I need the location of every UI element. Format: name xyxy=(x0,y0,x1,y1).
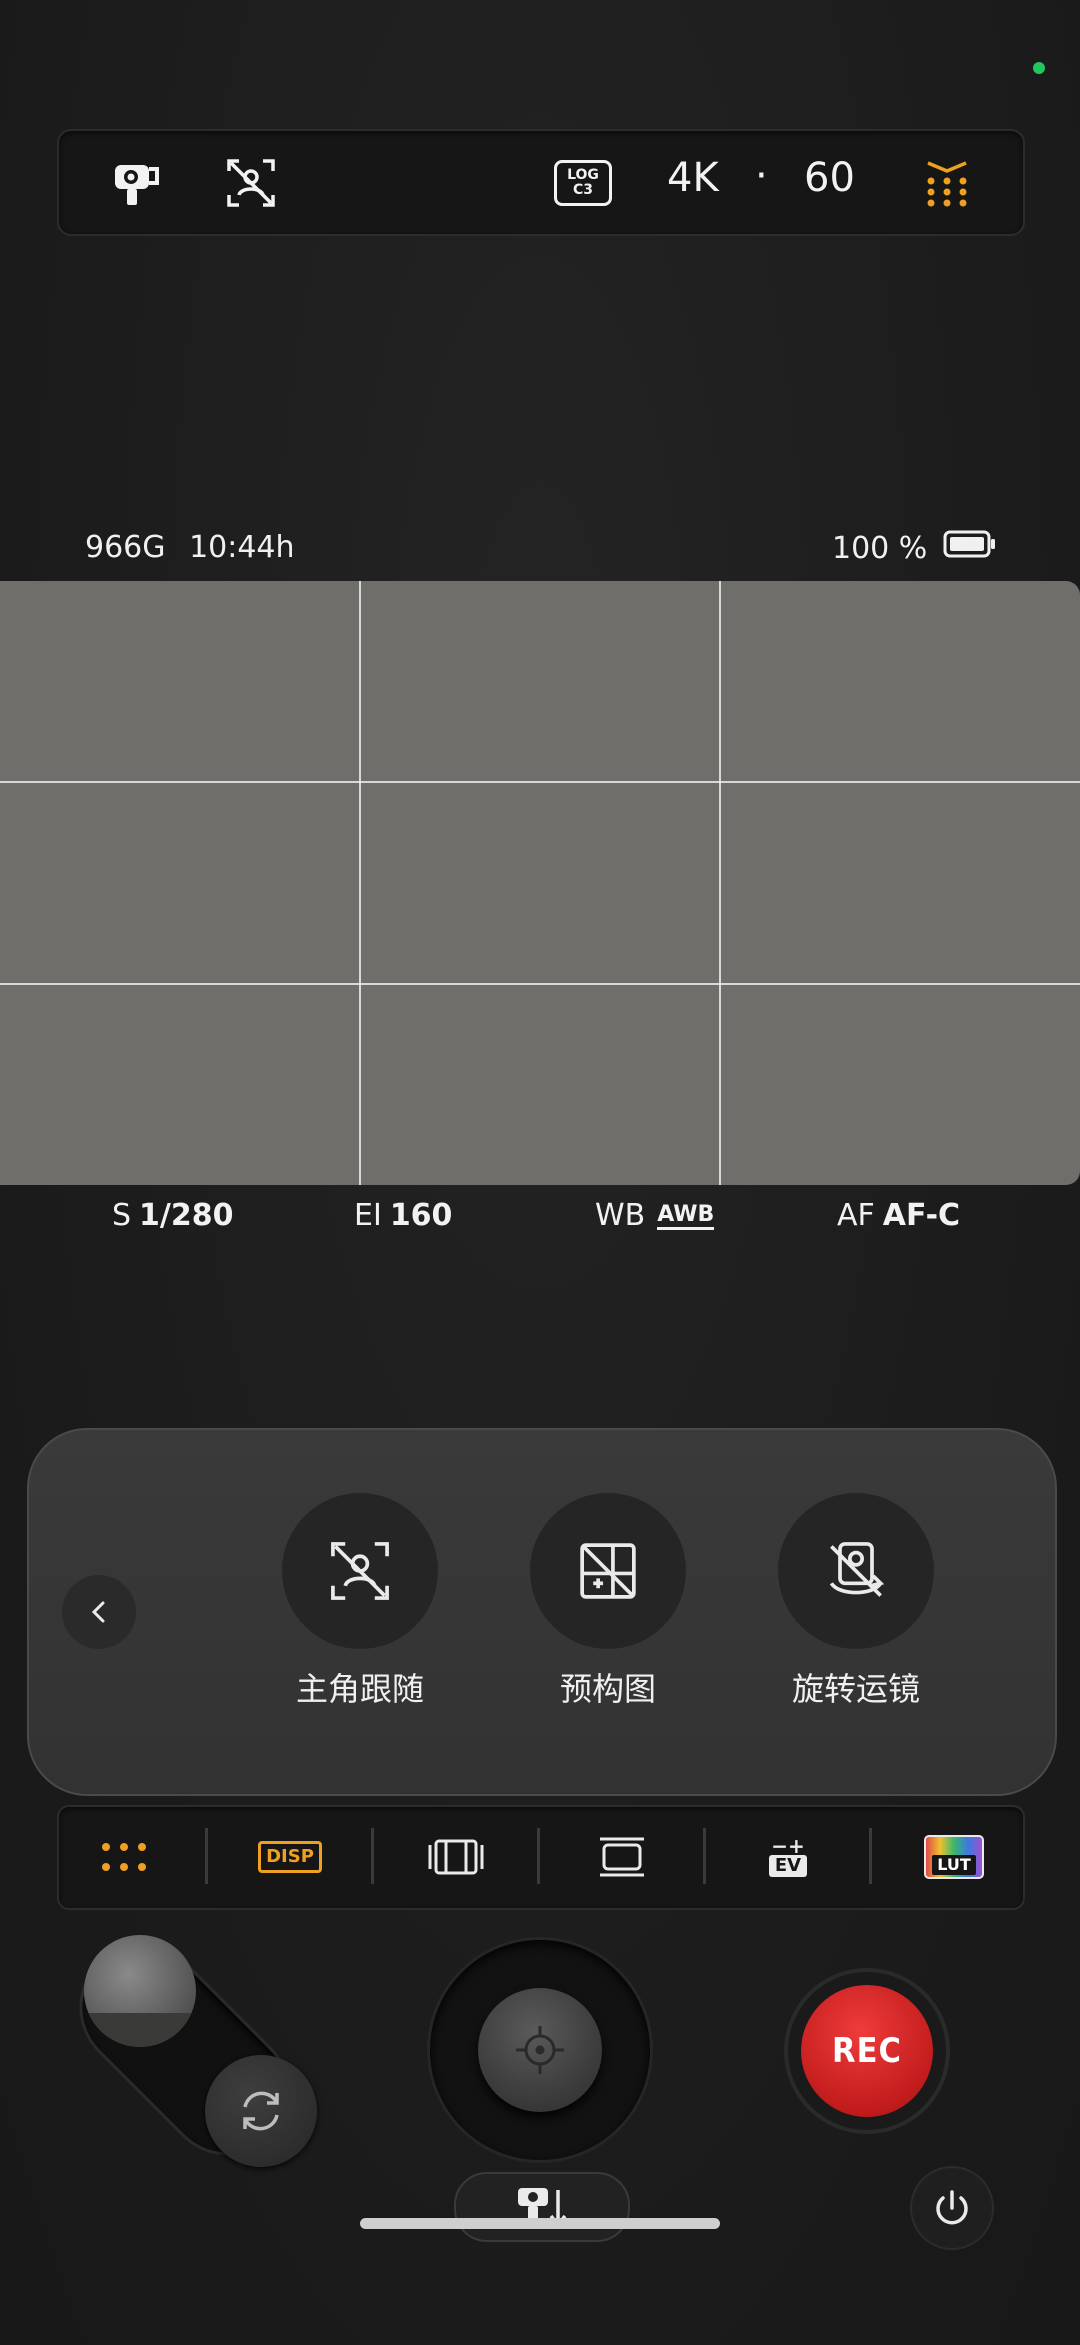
grid-line-h2 xyxy=(0,983,1080,985)
toolbar-divider xyxy=(205,1828,208,1884)
gimbal-mode-button[interactable] xyxy=(454,2172,630,2242)
af-label: AF xyxy=(837,1198,875,1233)
wb-param[interactable]: WB AWB xyxy=(595,1198,715,1233)
ei-param[interactable]: EI 160 xyxy=(354,1198,452,1233)
flip-camera-icon xyxy=(243,2091,279,2131)
tracking-off-icon[interactable] xyxy=(223,155,279,211)
log-profile-icon[interactable]: LOG C3 xyxy=(552,155,614,211)
ei-value: 160 xyxy=(389,1198,453,1233)
record-button[interactable]: REC xyxy=(801,1985,933,2117)
fps-value[interactable]: 60 xyxy=(804,155,855,201)
rotation-move-label: 旋转运镜 xyxy=(791,1670,920,1708)
record-label: REC xyxy=(832,2031,902,2071)
toolbar-divider xyxy=(537,1828,540,1884)
grid-line-v2 xyxy=(719,581,721,1185)
film-frame-icon xyxy=(428,1839,484,1875)
battery-info: 100 % xyxy=(832,530,997,566)
bottom-toolbar xyxy=(57,1805,1025,1910)
power-button[interactable] xyxy=(912,2168,992,2248)
log-sub-label: C3 xyxy=(572,182,593,198)
chevron-left-icon xyxy=(91,1601,105,1623)
record-time-remaining: 10:44h xyxy=(189,530,295,565)
aspect-frame-button[interactable] xyxy=(592,1830,652,1884)
battery-percent: 100 % xyxy=(832,530,928,566)
dots-grid-icon xyxy=(102,1843,146,1871)
pre-composition-button[interactable] xyxy=(530,1493,686,1649)
ei-label: EI xyxy=(354,1198,382,1233)
wb-label: WB xyxy=(595,1198,646,1233)
composition-off-icon xyxy=(580,1543,636,1599)
disp-button[interactable]: DISP xyxy=(258,1830,322,1884)
shutter-value: 1/280 xyxy=(139,1198,234,1233)
more-menu-button[interactable] xyxy=(94,1830,154,1884)
top-status-bar: LOG C3 4K · 60 xyxy=(57,129,1025,236)
camera-viewfinder[interactable] xyxy=(0,581,1080,1185)
ev-icon: −+ EV xyxy=(768,1836,808,1877)
ev-label: EV xyxy=(768,1855,808,1877)
shutter-label: S xyxy=(112,1198,132,1233)
disp-label: DISP xyxy=(266,1846,314,1867)
rotation-off-icon xyxy=(829,1542,885,1597)
home-indicator[interactable] xyxy=(360,2218,720,2229)
tracking-off-icon xyxy=(331,1542,389,1600)
resolution-fps-separator: · xyxy=(755,153,768,199)
grid-line-v1 xyxy=(359,581,361,1185)
panel-back-button[interactable] xyxy=(62,1575,136,1649)
grid-line-h1 xyxy=(0,781,1080,783)
rotation-move-button[interactable] xyxy=(778,1493,934,1649)
pre-composition-label: 预构图 xyxy=(559,1670,656,1708)
storage-remaining: 966G xyxy=(85,530,166,565)
subject-tracking-button[interactable] xyxy=(282,1493,438,1649)
log-label: LOG xyxy=(567,167,599,183)
flip-camera-button[interactable] xyxy=(205,2055,317,2167)
ev-button[interactable]: −+ EV xyxy=(758,1830,818,1884)
gimbal-camera-icon[interactable] xyxy=(109,155,165,211)
lut-label: LUT xyxy=(932,1855,976,1875)
resolution-value[interactable]: 4K xyxy=(667,155,719,201)
lut-icon: LUT xyxy=(924,1835,984,1879)
more-settings-grid-icon[interactable] xyxy=(919,155,975,211)
storage-info: 966G 10:44h xyxy=(85,530,295,565)
af-value: AF-C xyxy=(882,1198,961,1233)
crosshair-icon xyxy=(516,2026,564,2074)
disp-icon: DISP xyxy=(258,1841,322,1873)
battery-icon xyxy=(943,530,997,566)
frame-guide-button[interactable] xyxy=(426,1830,486,1884)
shutter-param[interactable]: S 1/280 xyxy=(112,1198,234,1233)
subject-tracking-label: 主角跟随 xyxy=(295,1670,424,1708)
wb-value: AWB xyxy=(657,1203,715,1230)
lut-button[interactable]: LUT xyxy=(924,1830,984,1884)
toolbar-divider xyxy=(869,1828,872,1884)
toolbar-divider xyxy=(371,1828,374,1884)
gimbal-joystick-knob[interactable] xyxy=(478,1988,602,2112)
power-icon xyxy=(936,2190,968,2225)
toolbar-divider xyxy=(703,1828,706,1884)
gallery-thumbnail[interactable] xyxy=(84,1935,196,2047)
af-param[interactable]: AF AF-C xyxy=(837,1198,960,1233)
status-indicator-dot xyxy=(1033,62,1045,74)
frame-box-icon xyxy=(600,1837,644,1877)
